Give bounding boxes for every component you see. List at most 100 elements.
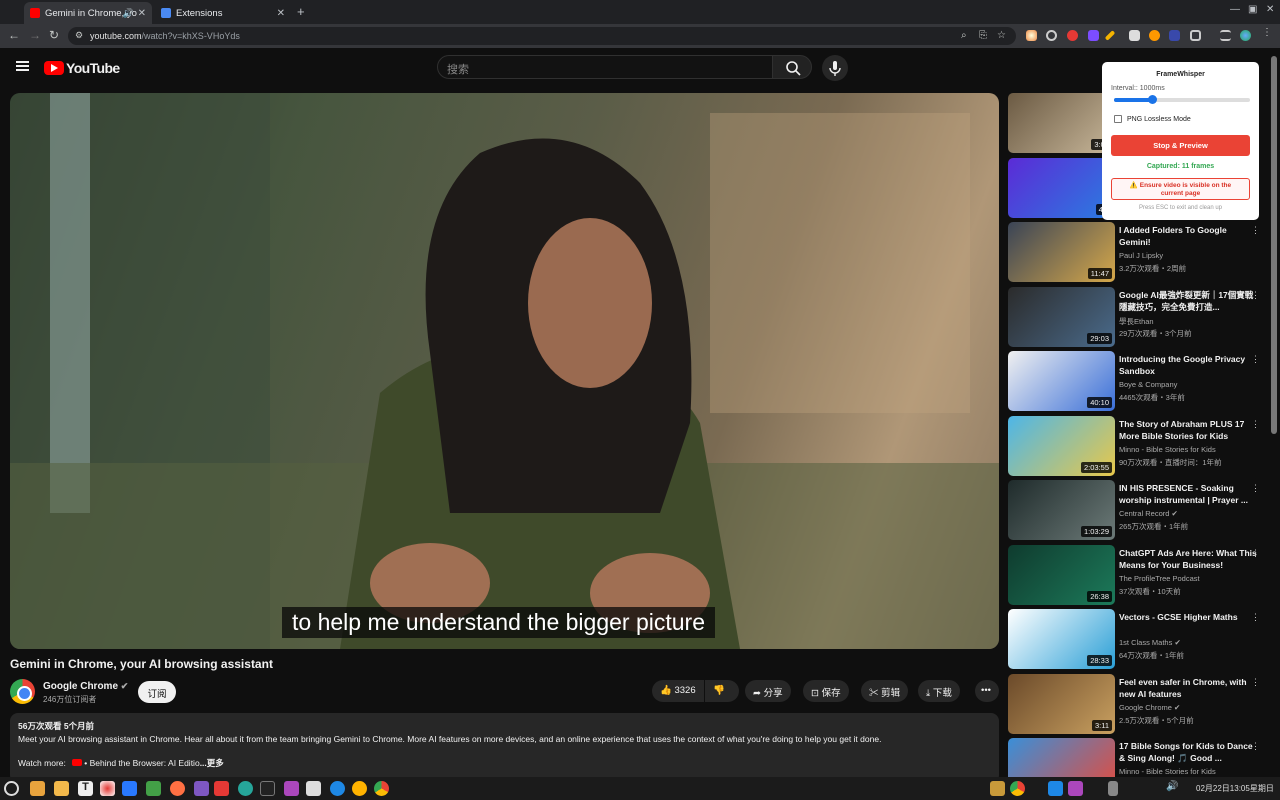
video-player[interactable]: to help me understand the bigger picture (10, 93, 999, 649)
reading-list-icon[interactable] (1220, 30, 1231, 41)
app-red-icon[interactable] (100, 781, 115, 796)
recommendation-title[interactable]: I Added Folders To Google Gemini! (1119, 224, 1257, 248)
reload-icon[interactable]: ↻ (49, 28, 59, 42)
minimize-icon[interactable]: — (1230, 4, 1240, 15)
extension-orange-icon[interactable] (1149, 30, 1160, 41)
recommendation-title[interactable]: ChatGPT Ads Are Here: What This Means fo… (1119, 547, 1257, 571)
save-button[interactable]: ⊡ 保存 (803, 680, 849, 702)
more-options-icon[interactable]: ⋮ (1251, 354, 1260, 365)
more-options-icon[interactable]: ⋮ (1251, 548, 1260, 559)
watch-more-link[interactable]: • Behind the Browser: AI Editio (84, 758, 199, 768)
recommendation-channel[interactable]: Google Chrome ✔ (1119, 703, 1180, 712)
audio-icon[interactable]: 🔊 (123, 8, 134, 19)
interval-slider[interactable] (1114, 95, 1250, 104)
video-thumbnail[interactable]: 3:11 (1008, 674, 1115, 734)
video-thumbnail[interactable]: 40:10 (1008, 351, 1115, 411)
app-list-icon[interactable] (306, 781, 321, 796)
menu-icon[interactable] (16, 61, 29, 71)
recommendation-item[interactable]: 29:03 Google AI最強炸裂更新｜17個實戰隱藏技巧，完全免費打造..… (1008, 287, 1270, 347)
app-teal-icon[interactable] (238, 781, 253, 796)
youtube-logo[interactable]: YouTube (44, 60, 120, 76)
dropbox-icon[interactable] (1048, 781, 1063, 796)
extension-purple-icon[interactable] (1088, 30, 1099, 41)
video-thumbnail[interactable]: 11:47 (1008, 222, 1115, 282)
recommendation-item[interactable]: 3:11 Feel even safer in Chrome, with new… (1008, 674, 1270, 734)
more-actions-button[interactable]: ••• (975, 680, 999, 702)
voice-search-button[interactable] (822, 55, 848, 81)
recommendation-channel[interactable]: Minno - Bible Stories for Kids (1119, 767, 1216, 776)
app-green-icon[interactable] (146, 781, 161, 796)
site-info-icon[interactable]: ⚙ (75, 30, 83, 41)
more-options-icon[interactable]: ⋮ (1251, 612, 1260, 623)
folder-icon[interactable] (30, 781, 45, 796)
profile-avatar[interactable] (1240, 30, 1251, 41)
recommendation-channel[interactable]: 學長Ethan (1119, 316, 1154, 327)
more-options-icon[interactable]: ⋮ (1251, 225, 1260, 236)
address-bar[interactable]: ⚙ youtube.com/watch?v=khXS-VHoYds ⌕ ⎘ ☆ (68, 27, 1016, 45)
recommendation-item[interactable]: 2:03:55 The Story of Abraham PLUS 17 Mor… (1008, 416, 1270, 476)
close-tab-icon[interactable]: ✕ (138, 8, 146, 19)
video-thumbnail[interactable]: 29:03 (1008, 287, 1115, 347)
download-button[interactable]: ⤓ 下载 (918, 680, 960, 702)
tab-extensions[interactable]: Extensions ✕ (155, 2, 291, 24)
recommendation-channel[interactable]: Minno - Bible Stories for Kids (1119, 445, 1216, 454)
video-thumbnail[interactable]: 1:03:29 (1008, 480, 1115, 540)
app-pink-icon[interactable] (284, 781, 299, 796)
terminal-icon[interactable] (260, 781, 275, 796)
extension-color-icon[interactable] (1026, 30, 1037, 41)
extension-badge-icon[interactable] (1067, 30, 1078, 41)
extension-blue-icon[interactable] (1169, 30, 1180, 41)
bluetooth-icon[interactable] (1108, 781, 1118, 796)
close-tab-icon[interactable]: ✕ (277, 8, 285, 19)
recommendation-item[interactable]: 26:38 ChatGPT Ads Are Here: What This Me… (1008, 545, 1270, 605)
video-thumbnail[interactable]: 3:00 (1008, 93, 1115, 153)
recommendation-channel[interactable]: Paul J Lipsky (1119, 251, 1163, 260)
description-box[interactable]: 56万次观看 5个月前 Meet your AI browsing assist… (10, 713, 999, 783)
app-netease-icon[interactable] (214, 781, 229, 796)
more-options-icon[interactable]: ⋮ (1251, 419, 1260, 430)
app-orange-icon[interactable] (170, 781, 185, 796)
recommendation-channel[interactable]: Central Record ✔ (1119, 509, 1178, 518)
extensions-puzzle-icon[interactable] (1190, 30, 1201, 41)
video-thumbnail[interactable]: 2:03:55 (1008, 416, 1115, 476)
more-options-icon[interactable]: ⋮ (1251, 290, 1260, 301)
page-scrollbar[interactable] (1271, 56, 1277, 434)
volume-icon[interactable]: 🔊 (1166, 781, 1181, 796)
recommendation-title[interactable]: Introducing the Google Privacy Sandbox (1119, 353, 1257, 377)
close-window-icon[interactable]: ✕ (1266, 4, 1274, 15)
tray-chrome-icon[interactable] (1010, 781, 1025, 796)
show-more-link[interactable]: ...更多 (200, 758, 224, 768)
start-menu-icon[interactable] (4, 781, 19, 796)
more-options-icon[interactable]: ⋮ (1251, 483, 1260, 494)
recommendation-title[interactable]: Google AI最強炸裂更新｜17個實戰隱藏技巧，完全免費打造... (1119, 289, 1257, 313)
png-lossless-checkbox[interactable] (1114, 115, 1122, 123)
tray-pink-icon[interactable] (1068, 781, 1083, 796)
tab-youtube[interactable]: Gemini in Chrome, yo 🔊 ✕ (24, 2, 152, 24)
recommendation-title[interactable]: 17 Bible Songs for Kids to Dance & Sing … (1119, 740, 1257, 764)
files-icon[interactable] (54, 781, 69, 796)
search-input[interactable]: 搜索 (437, 55, 773, 79)
app-yellow-icon[interactable] (352, 781, 367, 796)
recommendation-title[interactable]: Feel even safer in Chrome, with new AI f… (1119, 676, 1257, 700)
pen-icon[interactable] (1104, 30, 1116, 41)
subscribe-button[interactable]: 订阅 (138, 681, 176, 703)
channel-name[interactable]: Google Chrome ✔ (43, 681, 128, 692)
recommendation-item[interactable]: 11:47 I Added Folders To Google Gemini! … (1008, 222, 1270, 282)
search-button[interactable] (772, 55, 812, 79)
app-blue-icon[interactable] (330, 781, 345, 796)
stop-preview-button[interactable]: Stop & Preview (1111, 135, 1250, 156)
app-purple-icon[interactable] (194, 781, 209, 796)
recommendation-channel[interactable]: Boye & Company (1119, 380, 1177, 389)
typora-icon[interactable]: T (78, 781, 93, 796)
chrome-taskbar-icon[interactable] (374, 781, 389, 796)
back-icon[interactable]: ← (8, 28, 20, 42)
browser-menu-icon[interactable]: ⋮ (1262, 27, 1273, 38)
bookmark-star-icon[interactable]: ☆ (997, 30, 1006, 41)
share-button[interactable]: ➦ 分享 (745, 680, 791, 702)
channel-avatar[interactable] (10, 679, 35, 704)
maximize-icon[interactable]: ▣ (1248, 4, 1257, 15)
slider-handle[interactable] (1148, 95, 1158, 104)
install-icon[interactable]: ⎘ (979, 30, 987, 41)
video-thumbnail[interactable]: 26:38 (1008, 545, 1115, 605)
recommendation-title[interactable]: IN HIS PRESENCE - Soaking worship instru… (1119, 482, 1257, 506)
